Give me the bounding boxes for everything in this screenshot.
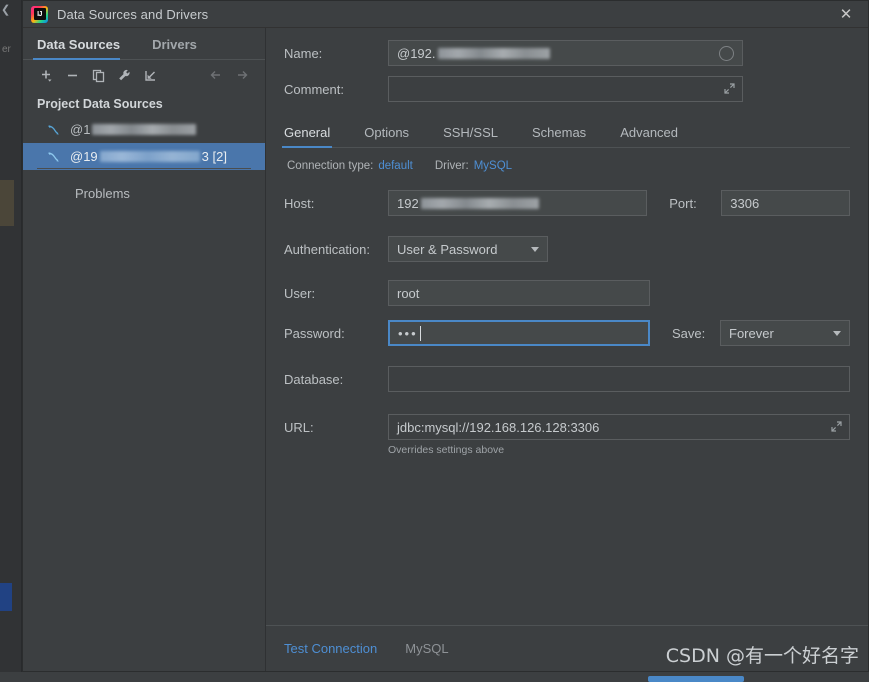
add-icon[interactable] (35, 64, 57, 86)
redacted-text (99, 151, 200, 162)
chevron-down-icon (531, 246, 539, 252)
ide-editor-highlight (0, 180, 14, 226)
connection-type-value[interactable]: default (378, 160, 413, 172)
comment-label: Comment: (284, 81, 344, 97)
data-sources-dialog: Data Sources and Drivers ✕ Data Sources … (22, 0, 869, 672)
close-icon[interactable]: ✕ (824, 1, 868, 27)
save-select[interactable]: Forever (720, 320, 850, 346)
ide-tool-icon: ❮ (1, 4, 11, 16)
chevron-down-icon (833, 330, 841, 336)
sidebar-toolbar (23, 60, 265, 90)
database-input[interactable] (388, 366, 850, 392)
user-row: User: root (266, 262, 868, 306)
mysql-dolphin-icon (45, 149, 61, 165)
color-indicator-circle-icon[interactable] (719, 46, 734, 61)
properties-wrench-icon[interactable] (113, 64, 135, 86)
host-input[interactable]: 192 (388, 190, 648, 216)
host-value: 192 (397, 195, 419, 211)
ide-selection-mark (0, 583, 12, 611)
password-row: Password: ••• Save: Forever (266, 306, 868, 346)
authentication-value: User & Password (397, 241, 498, 257)
sidebar-tab-strip: Data Sources Drivers (23, 28, 265, 60)
driver-value[interactable]: MySQL (474, 160, 512, 172)
name-input[interactable]: @192. (388, 40, 743, 66)
settings-scroll-area: Name: @192. Comment: General Options SSH… (266, 28, 868, 625)
comment-input[interactable] (388, 76, 743, 102)
tab-ssh-ssl[interactable]: SSH/SSL (443, 125, 498, 147)
dialog-bottom-bar: Test Connection MySQL (266, 625, 868, 671)
ide-partial-button[interactable] (648, 676, 744, 682)
password-input[interactable]: ••• (388, 320, 650, 346)
url-row: URL: jdbc:mysql://192.168.126.128:3306 (266, 392, 868, 440)
port-value: 3306 (730, 195, 760, 211)
dialog-body: Data Sources Drivers Project Data Source… (23, 28, 868, 671)
tree-group-label: Project Data Sources (37, 97, 163, 111)
authentication-row: Authentication: User & Password (266, 216, 868, 262)
authentication-label: Authentication: (284, 241, 371, 257)
host-label: Host: (284, 195, 315, 211)
redacted-text (420, 197, 539, 209)
main-panel: Name: @192. Comment: General Options SSH… (266, 28, 868, 671)
tree-item-data-source-2[interactable]: @19 3 [2] (23, 143, 265, 170)
tab-drivers[interactable]: Drivers (148, 37, 209, 59)
database-label: Database: (284, 371, 344, 387)
save-value: Forever (729, 325, 774, 341)
save-label: Save: (672, 325, 706, 341)
tree-item-label: @1 (70, 122, 198, 137)
connection-type-label: Connection type: (287, 160, 374, 172)
ide-bottom-strip (0, 672, 869, 682)
intellij-idea-icon (31, 5, 48, 23)
database-row: Database: (266, 346, 868, 392)
name-value: @192. (397, 45, 436, 61)
url-label: URL: (284, 419, 314, 435)
host-row: Host: 192 Port: 3306 (266, 172, 868, 216)
tab-data-sources[interactable]: Data Sources (33, 37, 132, 60)
tab-schemas[interactable]: Schemas (532, 125, 586, 147)
url-note: Overrides settings above (388, 444, 505, 456)
comment-row: Comment: (266, 66, 868, 102)
text-caret (419, 325, 421, 341)
driver-status-label: MySQL (405, 641, 449, 656)
tree-divider (37, 168, 251, 169)
user-value: root (397, 285, 420, 301)
user-input[interactable]: root (388, 280, 650, 306)
test-connection-button[interactable]: Test Connection (284, 641, 377, 656)
redacted-text (92, 124, 197, 135)
tab-advanced[interactable]: Advanced (620, 125, 678, 147)
ide-gutter-text: er (2, 44, 11, 55)
tab-options[interactable]: Options (364, 125, 409, 147)
dialog-title: Data Sources and Drivers (57, 6, 209, 22)
port-label: Port: (669, 195, 697, 211)
dialog-titlebar: Data Sources and Drivers ✕ (23, 1, 868, 28)
ide-left-gutter: ❮ er (0, 0, 22, 682)
url-input[interactable]: jdbc:mysql://192.168.126.128:3306 (388, 414, 850, 440)
name-label: Name: (284, 45, 323, 61)
name-row: Name: @192. (266, 28, 868, 66)
navigate-back-icon[interactable] (205, 64, 227, 86)
password-label: Password: (284, 325, 345, 341)
duplicate-icon[interactable] (87, 64, 109, 86)
tree-item-label: @19 3 [2] (70, 149, 227, 164)
settings-tab-strip: General Options SSH/SSL Schemas Advanced (281, 120, 850, 148)
tab-general[interactable]: General (281, 125, 333, 148)
expand-icon[interactable] (830, 420, 843, 433)
connection-type-row: Connection type: default Driver: MySQL (266, 148, 868, 172)
import-icon[interactable] (139, 64, 161, 86)
navigate-forward-icon[interactable] (231, 64, 253, 86)
mysql-dolphin-icon (45, 122, 61, 138)
sidebar: Data Sources Drivers Project Data Source… (23, 28, 266, 671)
port-input[interactable]: 3306 (721, 190, 850, 216)
driver-label: Driver: (434, 160, 469, 172)
data-source-tree: Project Data Sources @1 @19 3 [2] Proble… (23, 90, 265, 671)
expand-icon[interactable] (723, 82, 736, 95)
tree-item-data-source-1[interactable]: @1 (23, 116, 265, 143)
redacted-text (437, 47, 550, 59)
tree-item-problems[interactable]: Problems (23, 186, 265, 201)
password-value: ••• (398, 325, 418, 341)
url-value: jdbc:mysql://192.168.126.128:3306 (397, 419, 600, 435)
user-label: User: (284, 285, 316, 301)
authentication-select[interactable]: User & Password (388, 236, 548, 262)
remove-icon[interactable] (61, 64, 83, 86)
